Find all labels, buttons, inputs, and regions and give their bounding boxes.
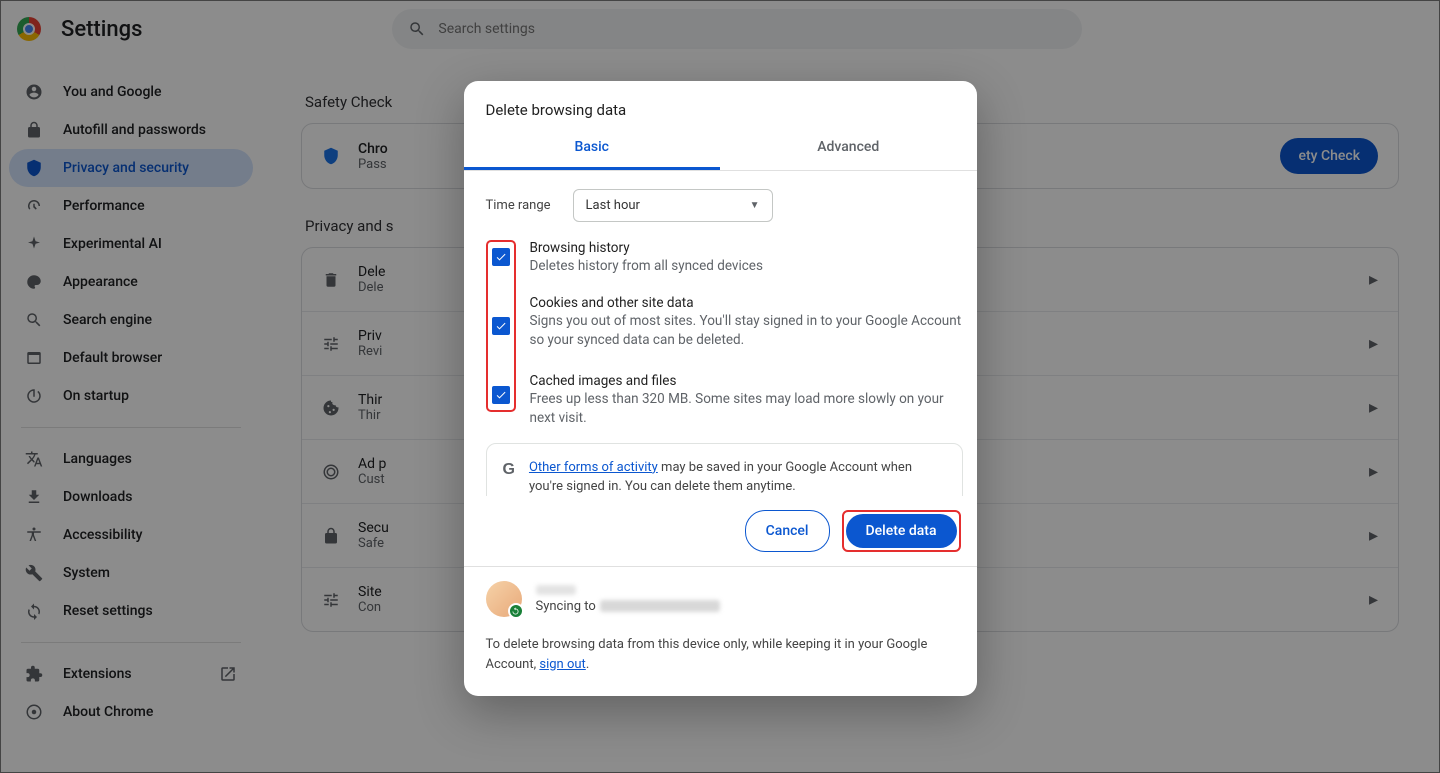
sync-badge-icon — [508, 603, 524, 619]
google-g-icon: G — [503, 458, 515, 496]
option-label: Cached images and files — [530, 373, 963, 389]
cancel-button[interactable]: Cancel — [745, 510, 830, 552]
checkbox-browsing-history[interactable] — [492, 248, 510, 266]
option-label: Cookies and other site data — [530, 295, 963, 311]
syncing-label: Syncing to — [536, 599, 596, 614]
modal-overlay: Delete browsing data Basic Advanced Time… — [1, 1, 1439, 772]
checkbox-highlight-group — [486, 240, 516, 412]
time-range-label: Time range — [486, 198, 551, 213]
dialog-footer-note: To delete browsing data from this device… — [464, 631, 977, 696]
sync-account-row: Syncing to — [464, 566, 977, 631]
delete-data-button[interactable]: Delete data — [846, 514, 957, 548]
time-range-value: Last hour — [586, 198, 640, 213]
option-sub: Signs you out of most sites. You'll stay… — [530, 312, 963, 351]
delete-browsing-data-dialog: Delete browsing data Basic Advanced Time… — [464, 81, 977, 696]
option-sub: Deletes history from all synced devices — [530, 257, 763, 277]
account-email-redacted — [600, 600, 720, 612]
footer-text-end: . — [586, 657, 589, 672]
other-forms-link[interactable]: Other forms of activity — [529, 460, 658, 475]
dialog-body: Time range Last hour ▼ Browsing historyD… — [464, 171, 977, 496]
google-account-note: G Other forms of activity may be saved i… — [486, 443, 963, 496]
dialog-actions: Cancel Delete data — [464, 496, 977, 566]
sign-out-link[interactable]: sign out — [539, 657, 585, 672]
option-sub: Frees up less than 320 MB. Some sites ma… — [530, 390, 963, 429]
delete-highlight: Delete data — [842, 510, 961, 552]
account-name-redacted — [536, 585, 576, 595]
chevron-down-icon: ▼ — [750, 200, 760, 211]
checkbox-cookies[interactable] — [492, 317, 510, 335]
time-range-select[interactable]: Last hour ▼ — [573, 189, 773, 222]
dialog-title: Delete browsing data — [464, 81, 977, 127]
dialog-tabs: Basic Advanced — [464, 127, 977, 171]
tab-basic[interactable]: Basic — [464, 127, 721, 170]
tab-advanced[interactable]: Advanced — [720, 127, 977, 170]
checkbox-cache[interactable] — [492, 386, 510, 404]
option-label: Browsing history — [530, 240, 763, 256]
